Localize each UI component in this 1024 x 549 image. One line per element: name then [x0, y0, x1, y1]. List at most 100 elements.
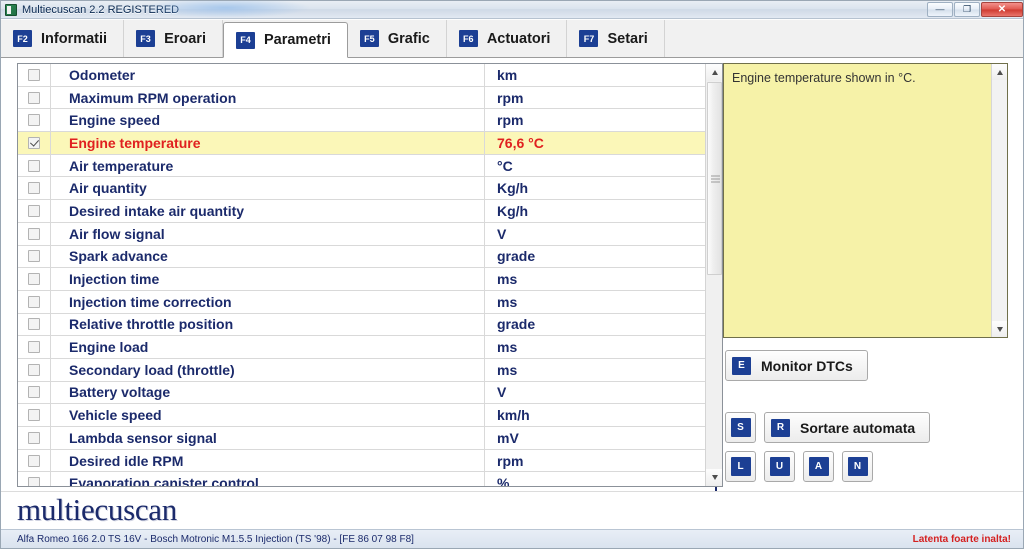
checkbox-icon[interactable]: [28, 386, 40, 399]
table-row[interactable]: Evaporation canister control%: [18, 472, 707, 487]
checkbox-icon[interactable]: [28, 341, 40, 354]
u-button[interactable]: U: [764, 451, 795, 482]
table-row[interactable]: Air quantity Kg/h: [18, 177, 707, 201]
parameter-value: %: [497, 475, 510, 487]
tab-eroari[interactable]: F3 Eroari: [124, 20, 223, 57]
table-row[interactable]: Air temperature °C: [18, 154, 707, 178]
row-checkbox-cell[interactable]: [18, 222, 51, 245]
row-checkbox-cell[interactable]: [18, 86, 51, 109]
row-checkbox-cell[interactable]: [18, 336, 51, 358]
shortcut-key-l: L: [730, 457, 751, 476]
row-checkbox-cell[interactable]: [18, 268, 51, 290]
table-row[interactable]: Relative throttle position grade: [18, 313, 707, 337]
row-checkbox-cell[interactable]: [18, 472, 51, 486]
row-checkbox-cell[interactable]: [18, 200, 51, 222]
description-scrollbar[interactable]: [991, 64, 1007, 337]
parameter-name: Battery voltage: [51, 381, 485, 404]
a-button[interactable]: A: [803, 451, 834, 482]
checkbox-icon[interactable]: [28, 454, 40, 467]
tab-grafic[interactable]: F5 Grafic: [348, 20, 447, 57]
checkbox-icon[interactable]: [28, 204, 40, 217]
scroll-up-icon[interactable]: [706, 64, 722, 81]
table-row[interactable]: Desired idle RPM rpm: [18, 449, 707, 473]
checkbox-icon[interactable]: [28, 91, 40, 104]
table-row[interactable]: Vehicle speed km/h: [18, 404, 707, 427]
monitor-dtcs-button[interactable]: E Monitor DTCs: [725, 350, 868, 381]
description-scroll-down-icon[interactable]: [992, 321, 1007, 337]
table-row[interactable]: Secondary load (throttle) ms: [18, 358, 707, 382]
parameter-value: Kg/h: [497, 180, 529, 197]
row-checkbox-cell[interactable]: [18, 404, 51, 426]
row-checkbox-cell[interactable]: [18, 245, 51, 268]
table-row[interactable]: Injection time correction ms: [18, 290, 707, 314]
checkbox-icon[interactable]: [28, 273, 40, 286]
table-row[interactable]: Air flow signal V: [18, 222, 707, 246]
tab-parametri[interactable]: F4 Parametri: [222, 22, 348, 58]
row-checkbox-cell[interactable]: [18, 64, 51, 86]
row-checkbox-cell[interactable]: [18, 177, 51, 200]
minimize-icon: —: [935, 4, 945, 14]
row-checkbox-cell[interactable]: [18, 154, 51, 177]
table-row[interactable]: Maximum RPM operation rpm: [18, 86, 707, 110]
row-checkbox-cell[interactable]: [18, 427, 51, 449]
table-row[interactable]: Injection time ms: [18, 268, 707, 291]
row-checkbox-cell[interactable]: [18, 358, 51, 381]
parameter-value: rpm: [497, 89, 524, 106]
checkbox-icon[interactable]: [28, 114, 40, 127]
table-row[interactable]: Spark advance grade: [18, 245, 707, 269]
checkbox-icon[interactable]: [28, 431, 40, 444]
parameter-table-scrollbar[interactable]: [705, 64, 722, 486]
select-all-button[interactable]: S: [725, 412, 756, 443]
close-button[interactable]: ✕: [981, 2, 1023, 17]
shortcut-key-s: S: [730, 418, 751, 437]
checkbox-icon[interactable]: [28, 295, 40, 308]
checkbox-icon[interactable]: [28, 250, 40, 263]
close-icon: ✕: [997, 3, 1007, 15]
table-row[interactable]: Desired intake air quantity Kg/h: [18, 200, 707, 223]
sortare-automata-button[interactable]: R Sortare automata: [764, 412, 931, 443]
checkbox-icon[interactable]: [28, 227, 40, 240]
table-row[interactable]: Engine speed rpm: [18, 109, 707, 133]
scrollbar-thumb[interactable]: [707, 82, 722, 275]
row-checkbox-cell[interactable]: [18, 132, 51, 154]
checkbox-icon[interactable]: [28, 136, 40, 149]
sortare-automata-label: Sortare automata: [800, 419, 916, 436]
parameter-name: Spark advance: [51, 245, 485, 268]
n-button[interactable]: N: [842, 451, 873, 482]
app-icon: [5, 3, 17, 16]
table-row[interactable]: Odometer km: [18, 64, 707, 87]
row-checkbox-cell[interactable]: [18, 449, 51, 472]
table-row[interactable]: Engine temperature 76,6 °C: [18, 132, 707, 155]
tab-setari[interactable]: F7 Setari: [567, 20, 665, 57]
latency-warning-text: Latenta foarte inalta!: [912, 534, 1011, 545]
letter-button-row: L U A N: [725, 451, 873, 482]
maximize-button[interactable]: ❐: [954, 2, 980, 17]
scrollbar-grip: [711, 173, 720, 184]
parameter-value: ms: [497, 271, 518, 288]
parameter-name: Relative throttle position: [51, 313, 485, 336]
checkbox-icon[interactable]: [28, 182, 40, 195]
table-row[interactable]: Engine load ms: [18, 336, 707, 359]
description-scroll-up-icon[interactable]: [992, 64, 1007, 80]
row-checkbox-cell[interactable]: [18, 290, 51, 313]
scroll-down-icon[interactable]: [706, 469, 722, 486]
minimize-button[interactable]: —: [927, 2, 953, 17]
l-button[interactable]: L: [725, 451, 756, 482]
checkbox-icon[interactable]: [28, 477, 40, 486]
checkbox-icon[interactable]: [28, 409, 40, 422]
row-checkbox-cell[interactable]: [18, 109, 51, 132]
title-bar-left: Multiecuscan 2.2 REGISTERED: [1, 3, 926, 16]
parameter-name: Engine load: [51, 336, 485, 358]
parameter-value: km: [497, 66, 518, 83]
table-row[interactable]: Battery voltage V: [18, 381, 707, 405]
row-checkbox-cell[interactable]: [18, 381, 51, 404]
table-row[interactable]: Lambda sensor signal mV: [18, 427, 707, 450]
checkbox-icon[interactable]: [28, 363, 40, 376]
tab-informatii[interactable]: F2 Informatii: [1, 20, 125, 57]
row-checkbox-cell[interactable]: [18, 313, 51, 336]
checkbox-icon[interactable]: [28, 159, 40, 172]
checkbox-icon[interactable]: [28, 318, 40, 331]
checkbox-icon[interactable]: [28, 68, 40, 81]
application-window: Multiecuscan 2.2 REGISTERED — ❐ ✕ F2 Info…: [0, 0, 1024, 549]
tab-actuatori[interactable]: F6 Actuatori: [447, 20, 568, 57]
